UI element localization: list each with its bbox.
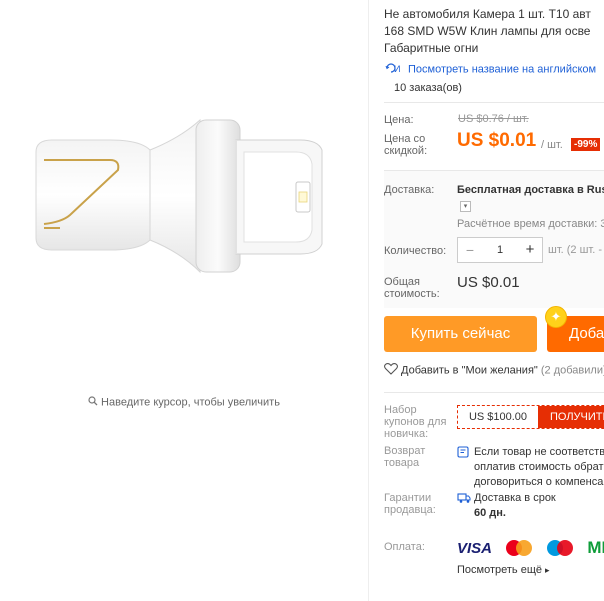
coupon-label-1: Набор — [384, 404, 417, 416]
product-title: Не автомобиля Камера 1 шт. T10 авт 168 S… — [384, 6, 604, 57]
wishlist-count: (2 добавили) — [540, 364, 604, 377]
quantity-input[interactable]: 1 — [482, 238, 518, 262]
product-title-line: 168 SMD W5W Клин лампы для осве — [384, 24, 591, 38]
divider — [384, 392, 604, 393]
visa-logo: VISA — [457, 539, 493, 557]
quantity-available: шт. (2 шт. - — [548, 244, 603, 256]
guarantee-line: Доставка в срок — [474, 492, 556, 504]
get-coupon-button[interactable]: ПОЛУЧИТЬ — [538, 406, 604, 428]
translate-link-text[interactable]: Посмотреть название на английском — [408, 63, 596, 75]
discount-price-label-1: Цена со — [384, 133, 426, 145]
maestro-logo — [546, 540, 573, 556]
returns-label-1: Возврат — [384, 445, 426, 457]
price-unit: / шт. — [541, 139, 563, 151]
guarantee-days: 60 дн. — [474, 507, 506, 519]
chevron-down-icon: ▾ — [463, 203, 468, 210]
heart-icon — [384, 363, 398, 378]
product-title-line: Не автомобиля Камера 1 шт. T10 авт — [384, 7, 591, 21]
total-label-2: стоимость: — [384, 288, 440, 300]
orders-count: 10 заказа(ов) — [394, 82, 462, 94]
coupon-amount: US $100.00 — [468, 411, 528, 423]
shipping-time: Расчётное время доставки: 3( — [457, 218, 604, 230]
translate-icon: И — [384, 62, 402, 77]
current-price: US $0.01 — [457, 130, 537, 151]
translate-title-link[interactable]: И Посмотреть название на английском — [384, 62, 596, 77]
product-image[interactable] — [0, 0, 368, 380]
total-label-1: Общая — [384, 276, 420, 288]
add-to-wishlist[interactable]: Добавить в "Мои желания" (2 добавили) — [384, 363, 604, 378]
old-price: US $0.76 / шт. — [458, 113, 529, 125]
guarantee-text: Доставка в срок 60 дн. — [474, 491, 556, 521]
shipping-label: Доставка: — [384, 184, 435, 196]
shipping-dropdown[interactable]: ▾ — [460, 201, 471, 212]
returns-text: Если товар не соответству оплатив стоимо… — [474, 445, 604, 490]
returns-line: Если товар не соответству — [474, 446, 604, 458]
buy-now-button[interactable]: Купить сейчас — [384, 316, 537, 352]
magnifier-icon — [88, 396, 98, 409]
returns-line: договориться о компенсац — [474, 476, 604, 488]
coin-icon: ✦ — [545, 306, 567, 328]
quantity-label: Количество: — [384, 245, 447, 257]
guarantee-label-1: Гарантии — [384, 492, 432, 504]
product-title-line: Габаритные огни — [384, 41, 479, 55]
divider — [384, 170, 604, 171]
payment-label: Оплата: — [384, 541, 425, 553]
quantity-decrease-button[interactable]: − — [458, 238, 482, 262]
shipping-value: Бесплатная доставка в Russ — [457, 184, 604, 196]
chevron-right-icon: ▸ — [545, 565, 550, 575]
coupon-label-2: купонов для — [384, 416, 447, 428]
mir-logo: МИ — [587, 538, 604, 557]
price-label: Цена: — [384, 114, 414, 126]
discount-badge: -99% — [571, 138, 601, 151]
product-details: Не автомобиля Камера 1 шт. T10 авт 168 S… — [384, 0, 604, 601]
divider — [368, 0, 369, 601]
see-more-payment-link[interactable]: Посмотреть ещё ▸ — [457, 564, 550, 576]
truck-icon — [457, 491, 471, 509]
zoom-hint: Наведите курсор, чтобы увеличить — [0, 396, 368, 409]
mastercard-logo — [506, 540, 533, 556]
product-gallery[interactable]: Наведите курсор, чтобы увеличить — [0, 0, 368, 601]
divider — [384, 102, 604, 103]
newcomer-coupon: US $100.00 ПОЛУЧИТЬ — [457, 405, 604, 429]
returns-line: оплатив стоимость обратн — [474, 461, 604, 473]
returns-label-2: товара — [384, 457, 420, 469]
coupon-label-3: новичка: — [384, 428, 429, 440]
guarantee-label-2: продавца: — [384, 504, 436, 516]
quantity-stepper: − 1 + — [457, 237, 543, 263]
zoom-hint-text: Наведите курсор, чтобы увеличить — [101, 396, 280, 409]
quantity-increase-button[interactable]: + — [518, 238, 542, 262]
svg-text:И: И — [394, 64, 400, 74]
total-price: US $0.01 — [457, 274, 520, 291]
return-icon — [457, 445, 469, 463]
discount-price-label-2: скидкой: — [384, 145, 428, 157]
payment-methods: VISA МИ — [457, 538, 604, 557]
see-more-text[interactable]: Посмотреть ещё — [457, 564, 542, 576]
wishlist-text[interactable]: Добавить в "Мои желания" — [401, 364, 538, 376]
